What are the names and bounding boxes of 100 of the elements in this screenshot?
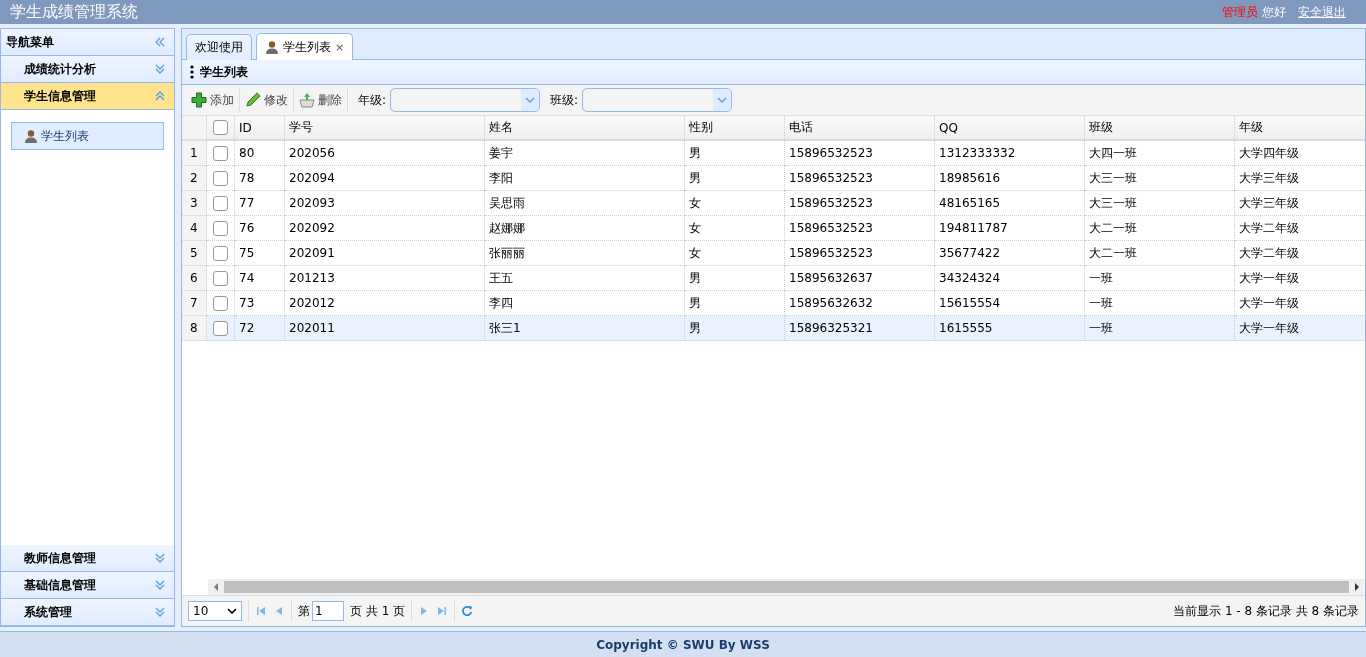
table-cell: 大学三年级	[1235, 166, 1365, 191]
toolbar-button[interactable]: 删除	[294, 88, 348, 112]
collapse-icon[interactable]	[154, 90, 166, 102]
table-cell: 77	[235, 191, 285, 216]
toolbar-button[interactable]: 修改	[240, 88, 294, 112]
close-icon[interactable]: ×	[335, 40, 345, 54]
row-number: 8	[182, 316, 207, 341]
table-cell: 202094	[285, 166, 485, 191]
page-size-select[interactable]: 10	[188, 601, 242, 621]
row-checkbox[interactable]	[213, 170, 228, 186]
table-cell: 张丽丽	[485, 241, 685, 266]
table-row[interactable]: 5 75 202091 张丽丽 女 15896532523 35677422 大二一班 大学二年级	[182, 241, 1365, 266]
table-cell: 48165165	[935, 191, 1085, 216]
row-number: 6	[182, 266, 207, 291]
row-checkbox[interactable]	[213, 245, 228, 261]
row-checkbox[interactable]	[213, 320, 228, 336]
table-cell: 1312333332	[935, 141, 1085, 166]
table-row[interactable]: 2 78 202094 李阳 男 15896532523 18985616 大三一班 大学三年级	[182, 166, 1365, 191]
horizontal-scrollbar[interactable]	[208, 579, 1365, 595]
expand-icon[interactable]	[154, 579, 166, 591]
menu-item-label: 学生列表	[41, 127, 89, 145]
person-icon	[24, 129, 38, 143]
greeting: 您好	[1262, 3, 1286, 21]
dropdown-icon[interactable]	[227, 608, 237, 614]
column-header[interactable]: 班级	[1085, 116, 1235, 140]
table-cell: 大学三年级	[1235, 191, 1365, 216]
record-summary: 当前显示 1 - 8 条记录 共 8 条记录	[1173, 602, 1359, 620]
table-cell: 1615555	[935, 316, 1085, 341]
person-icon	[265, 40, 279, 54]
column-header[interactable]: 电话	[785, 116, 935, 140]
table-cell: 一班	[1085, 266, 1235, 291]
table-cell: 202091	[285, 241, 485, 266]
combo-field[interactable]	[582, 88, 733, 112]
row-checkbox[interactable]	[213, 220, 228, 236]
expand-icon[interactable]	[154, 606, 166, 618]
last-page-icon[interactable]	[436, 605, 449, 617]
row-checkbox[interactable]	[213, 145, 228, 161]
panel-title: 学生列表	[200, 63, 248, 81]
table-cell: 15896532523	[785, 166, 935, 191]
column-header[interactable]: ID	[235, 116, 285, 140]
table-cell: 194811787	[935, 216, 1085, 241]
menu-item[interactable]: 学生列表	[11, 122, 164, 150]
table-cell: 202093	[285, 191, 485, 216]
first-page-icon[interactable]	[255, 605, 267, 617]
table-cell: 74	[235, 266, 285, 291]
table-row[interactable]: 3 77 202093 吴思雨 女 15896532523 48165165 大三一班 大学三年级	[182, 191, 1365, 216]
collapse-sidebar-icon[interactable]	[154, 36, 166, 48]
table-cell: 15895632637	[785, 266, 935, 291]
page-count-label: 页 共 1 页	[350, 602, 406, 620]
toolbar-button[interactable]: 添加	[186, 88, 240, 112]
table-cell: 大三一班	[1085, 166, 1235, 191]
table-row[interactable]: 4 76 202092 赵娜娜 女 15896532523 194811787 大二一班 大学二年级	[182, 216, 1365, 241]
scroll-left-icon[interactable]	[213, 583, 219, 591]
select-all-checkbox[interactable]	[213, 120, 228, 135]
table-cell: 大二一班	[1085, 241, 1235, 266]
menu-section[interactable]: 教师信息管理	[1, 545, 174, 572]
user-role: 管理员	[1222, 3, 1258, 21]
expand-icon[interactable]	[154, 63, 166, 75]
table-cell: 15896325321	[785, 316, 935, 341]
filter-label: 年级:	[358, 91, 387, 109]
row-checkbox[interactable]	[213, 195, 228, 211]
column-header[interactable]: 年级	[1235, 116, 1365, 140]
row-checkbox[interactable]	[213, 270, 228, 286]
column-header[interactable]: 姓名	[485, 116, 685, 140]
table-row[interactable]: 1 80 202056 姜宇 男 15896532523 1312333332 大四一班 大学四年级	[182, 141, 1365, 166]
table-cell: 35677422	[935, 241, 1085, 266]
scroll-right-icon[interactable]	[1354, 583, 1360, 591]
table-row[interactable]: 8 72 202011 张三1 男 15896325321 1615555 一班 大学一年级	[182, 316, 1365, 341]
table-row[interactable]: 6 74 201213 王五 男 15895632637 34324324 一班 大学一年级	[182, 266, 1365, 291]
table-cell: 大二一班	[1085, 216, 1235, 241]
table-cell: 202056	[285, 141, 485, 166]
table-cell: 大四一班	[1085, 141, 1235, 166]
combo-field[interactable]	[390, 88, 541, 112]
table-cell: 女	[685, 241, 785, 266]
column-header[interactable]: 性别	[685, 116, 785, 140]
expand-icon[interactable]	[154, 552, 166, 564]
footer-copyright: Copyright © SWU By WSS	[0, 631, 1366, 657]
pencil-icon	[245, 92, 261, 108]
app-title: 学生成绩管理系统	[10, 1, 138, 23]
table-cell: 80	[235, 141, 285, 166]
column-header[interactable]: QQ	[935, 116, 1085, 140]
refresh-icon[interactable]	[461, 605, 474, 617]
table-cell: 男	[685, 316, 785, 341]
tab[interactable]: 欢迎使用	[186, 34, 252, 60]
row-number: 3	[182, 191, 207, 216]
plus-icon	[191, 92, 207, 108]
column-header[interactable]: 学号	[285, 116, 485, 140]
table-cell: 34324324	[935, 266, 1085, 291]
row-checkbox[interactable]	[213, 295, 228, 311]
table-cell: 男	[685, 141, 785, 166]
menu-section[interactable]: 成绩统计分析	[1, 56, 174, 83]
table-cell: 大学二年级	[1235, 216, 1365, 241]
table-cell: 15896532523	[785, 141, 935, 166]
menu-section[interactable]: 系统管理	[1, 599, 174, 626]
table-cell: 男	[685, 266, 785, 291]
menu-section[interactable]: 基础信息管理	[1, 572, 174, 599]
tab[interactable]: 学生列表 ×	[256, 33, 354, 60]
page-number-field[interactable]: 1	[312, 601, 344, 621]
row-number: 4	[182, 216, 207, 241]
menu-section[interactable]: 学生信息管理	[1, 83, 174, 110]
